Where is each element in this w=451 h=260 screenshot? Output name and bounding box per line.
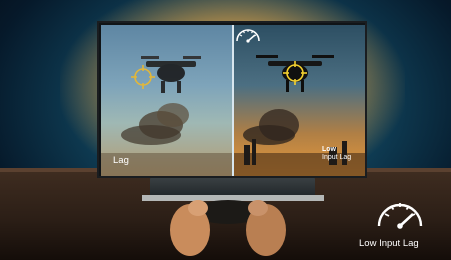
- gaming-tv-scene: Lag Low Input Lag Low Input Lag: [0, 0, 451, 260]
- tv-screen: Lag Low Input Lag: [97, 21, 367, 178]
- lag-half: Lag: [101, 25, 232, 176]
- low-input-lag-caption: Low Input Lag: [359, 238, 419, 249]
- lag-label: Lag: [113, 155, 129, 166]
- game-controller-hands: [170, 200, 286, 256]
- crosshair-icon: [131, 65, 155, 89]
- speedometer-icon: [236, 29, 260, 43]
- input-lag-label: Input Lag: [322, 154, 352, 161]
- speedometer-icon: [377, 203, 423, 229]
- low-label: Low: [322, 146, 336, 153]
- low-input-lag-label: Low Input Lag: [322, 146, 351, 162]
- drone: [256, 55, 334, 92]
- low-lag-half: Low Input Lag: [234, 25, 365, 176]
